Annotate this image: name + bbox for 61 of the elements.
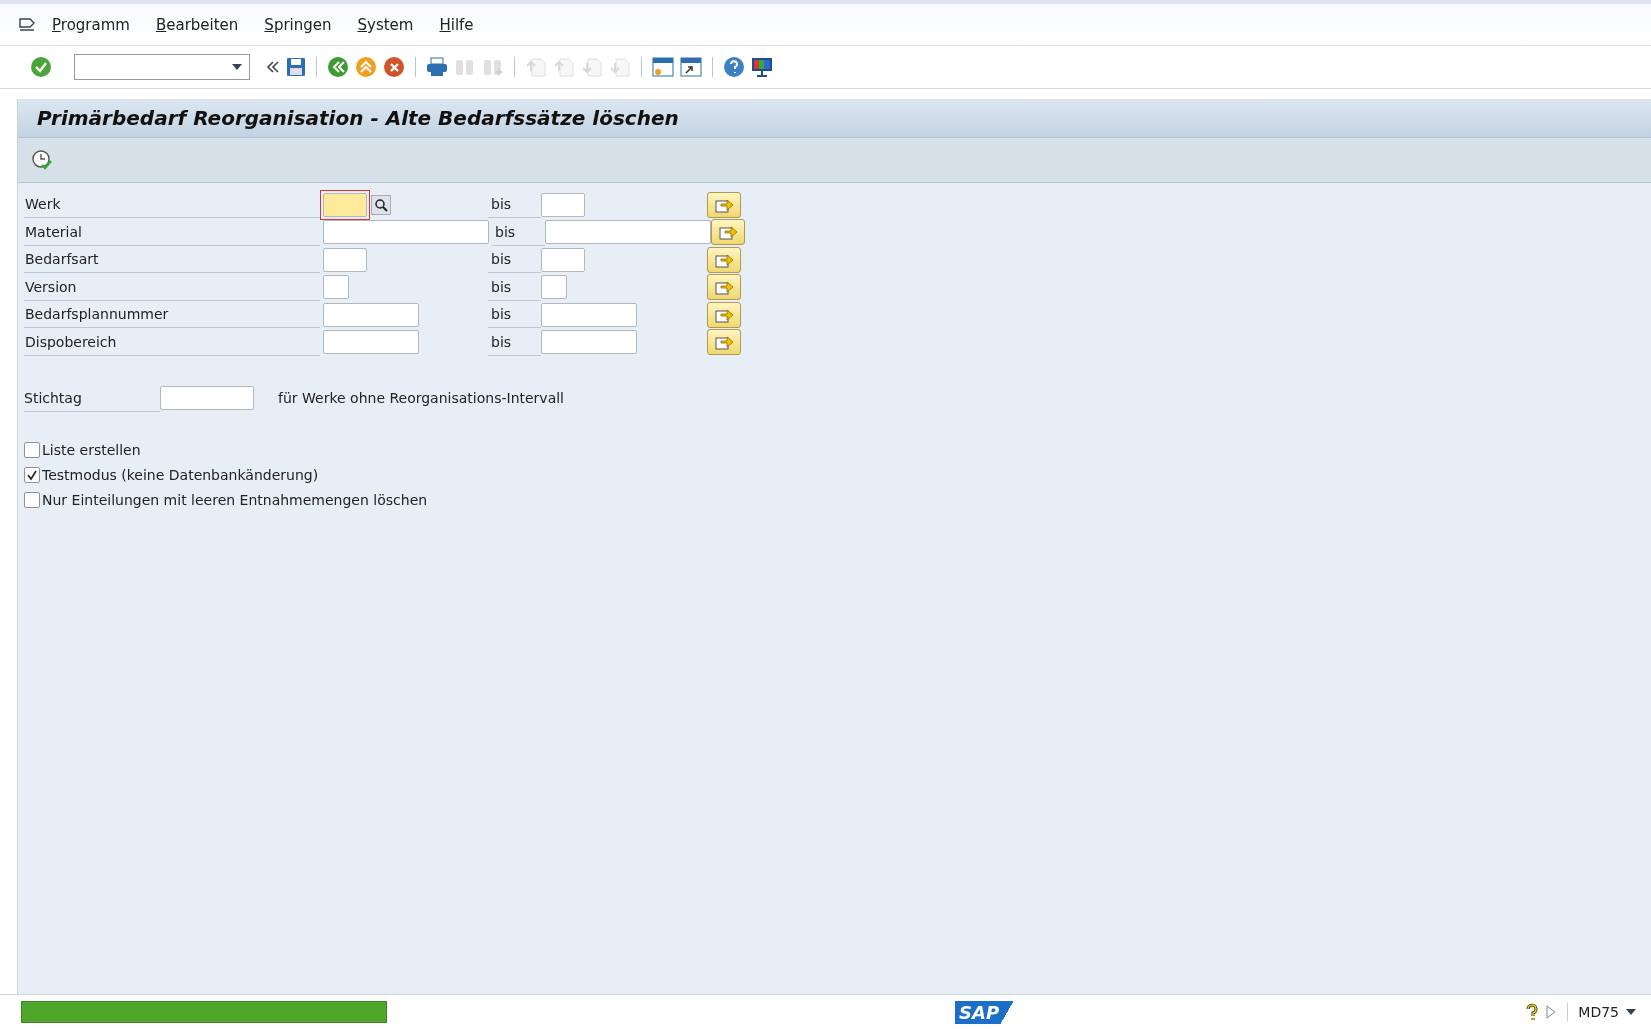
new-window-icon[interactable] — [652, 57, 674, 77]
input-field[interactable] — [541, 275, 567, 300]
field-label: Werk — [24, 191, 320, 219]
input-field[interactable] — [323, 220, 489, 245]
transaction-code[interactable]: MD75 — [1578, 1004, 1619, 1020]
field-note: für Werke ohne Reorganisations-Intervall — [278, 390, 564, 406]
menu-item[interactable]: System — [357, 15, 414, 34]
checkbox-label: Testmodus (keine Datenbankänderung) — [42, 467, 319, 483]
input-field[interactable] — [541, 330, 637, 355]
input-field[interactable] — [323, 330, 419, 355]
field-label: Version — [24, 273, 320, 301]
input-field[interactable] — [541, 247, 585, 272]
screen-title: Primärbedarf Reorganisation - Alte Bedarfssätze löschen — [37, 106, 679, 130]
checkbox-label: Liste erstellen — [42, 442, 141, 458]
exit-icon[interactable] — [355, 56, 377, 78]
input-field[interactable] — [323, 302, 419, 327]
multiple-selection-button[interactable] — [707, 246, 741, 273]
input-field[interactable] — [545, 220, 711, 245]
multiple-selection-button[interactable] — [707, 301, 741, 328]
command-field[interactable] — [74, 54, 250, 80]
help-icon[interactable] — [723, 56, 745, 78]
checkbox-label: Nur Einteilungen mit leeren Entnahmemengen löschen — [42, 492, 428, 508]
input-field[interactable] — [323, 247, 367, 272]
multiple-selection-button[interactable] — [707, 329, 741, 356]
monitor-icon[interactable] — [751, 56, 773, 78]
field-label: Bedarfsart — [24, 246, 320, 274]
multiple-selection-icon[interactable] — [714, 333, 734, 352]
checkmark-icon[interactable] — [30, 56, 52, 78]
save-icon[interactable] — [286, 57, 306, 77]
cancel-icon[interactable] — [383, 56, 405, 78]
multiple-selection-icon[interactable] — [718, 223, 738, 242]
triangle-right-icon[interactable] — [1545, 1004, 1558, 1020]
input-field[interactable] — [323, 275, 349, 300]
input-field[interactable] — [541, 192, 585, 217]
menu-item[interactable]: Programm — [52, 15, 130, 34]
search-icon[interactable] — [371, 194, 391, 215]
field-label: Dispobereich — [24, 328, 320, 356]
checkbox[interactable] — [24, 492, 40, 508]
dropdown-icon[interactable] — [1625, 1008, 1637, 1016]
menu-item[interactable]: Springen — [264, 15, 332, 34]
multiple-selection-button[interactable] — [707, 274, 741, 301]
checkbox[interactable] — [24, 467, 40, 483]
dropdown-icon[interactable] — [231, 63, 243, 71]
sap-logo: SAP — [955, 1000, 1016, 1024]
field-label: Bedarfsplannummer — [24, 301, 320, 329]
double-chevron-icon[interactable] — [266, 60, 280, 74]
shortcut-window-icon[interactable] — [680, 57, 702, 77]
print-icon[interactable] — [426, 57, 448, 77]
input-field[interactable] — [541, 302, 637, 327]
checkbox[interactable] — [24, 442, 40, 458]
menu-item[interactable]: Bearbeiten — [155, 15, 239, 34]
question-mark-icon[interactable] — [1525, 1003, 1540, 1021]
clock-check-icon[interactable] — [31, 149, 53, 171]
menu-item[interactable]: Hilfe — [439, 15, 474, 34]
multiple-selection-button[interactable] — [707, 191, 741, 218]
date-field[interactable] — [160, 386, 254, 410]
multiple-selection-icon[interactable] — [714, 278, 734, 297]
multiple-selection-button[interactable] — [711, 219, 745, 246]
back-icon[interactable] — [327, 56, 349, 78]
input-field[interactable] — [323, 192, 367, 217]
field-label: Material — [24, 218, 320, 246]
